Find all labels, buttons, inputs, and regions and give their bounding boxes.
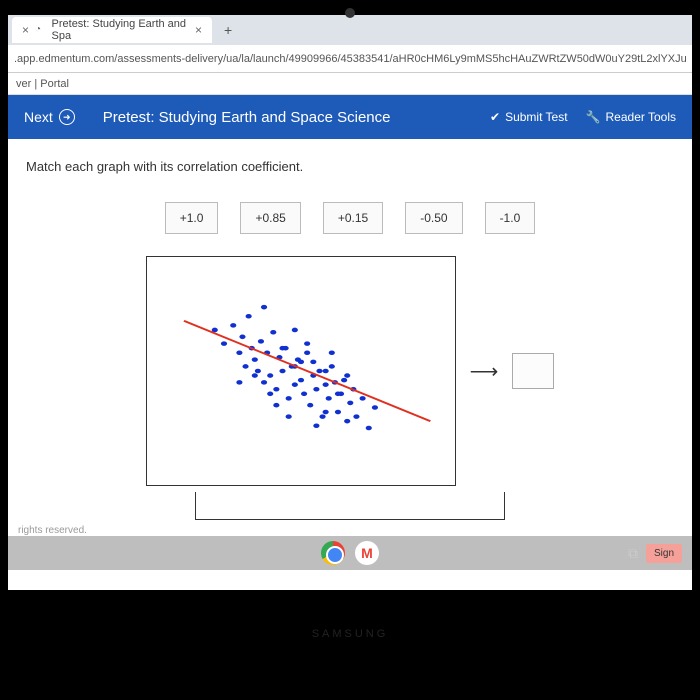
- submit-test-button[interactable]: ✔ Submit Test: [490, 110, 568, 124]
- close-tab-icon[interactable]: ×: [22, 23, 29, 37]
- cast-icon[interactable]: ⧉: [628, 545, 638, 562]
- answer-drop-target[interactable]: [512, 353, 554, 389]
- option-tile[interactable]: -0.50: [405, 202, 462, 234]
- browser-tab-strip: × ◔ Pretest: Studying Earth and Spa × +: [8, 15, 692, 45]
- arrow-right-icon: ➜: [59, 109, 75, 125]
- next-label: Next: [24, 109, 53, 125]
- tab-favicon: ◔: [35, 24, 46, 36]
- check-icon: ✔: [490, 110, 500, 124]
- next-plot-preview: [195, 492, 505, 520]
- reader-label: Reader Tools: [606, 110, 677, 124]
- reader-tools-button[interactable]: 🔧 Reader Tools: [586, 110, 676, 124]
- scatter-svg: [147, 257, 455, 485]
- new-tab-button[interactable]: +: [214, 22, 242, 38]
- tab-title: Pretest: Studying Earth and Spa: [52, 18, 189, 42]
- answer-options-row: +1.0 +0.85 +0.15 -0.50 -1.0: [26, 202, 674, 234]
- option-tile[interactable]: +1.0: [165, 202, 219, 234]
- sign-button[interactable]: Sign: [646, 544, 682, 563]
- url-text: .app.edmentum.com/assessments-delivery/u…: [14, 53, 686, 65]
- question-prompt: Match each graph with its correlation co…: [26, 159, 674, 174]
- option-tile[interactable]: +0.85: [240, 202, 300, 234]
- scatter-plot: [146, 256, 456, 486]
- address-bar[interactable]: .app.edmentum.com/assessments-delivery/u…: [8, 45, 692, 73]
- app-header: Next ➜ Pretest: Studying Earth and Space…: [8, 95, 692, 139]
- chromeos-shelf: M ⧉ Sign: [8, 536, 692, 570]
- bookmarks-bar: ver | Portal: [8, 73, 692, 95]
- bookmark-item[interactable]: ver | Portal: [16, 78, 69, 90]
- gmail-icon[interactable]: M: [355, 541, 379, 565]
- laptop-brand: SAMSUNG: [312, 628, 389, 640]
- browser-tab[interactable]: × ◔ Pretest: Studying Earth and Spa ×: [12, 17, 212, 43]
- next-button[interactable]: Next ➜: [24, 109, 75, 125]
- submit-label: Submit Test: [505, 110, 567, 124]
- webcam: [345, 8, 355, 18]
- page-title: Pretest: Studying Earth and Space Scienc…: [103, 109, 490, 126]
- footer-rights: rights reserved.: [18, 525, 87, 536]
- chrome-icon[interactable]: [321, 541, 345, 565]
- option-tile[interactable]: +0.15: [323, 202, 383, 234]
- option-tile[interactable]: -1.0: [485, 202, 536, 234]
- arrow-right-icon: ⟶: [470, 359, 499, 384]
- question-content: Match each graph with its correlation co…: [8, 139, 692, 540]
- wrench-icon: 🔧: [586, 110, 601, 124]
- close-tab-icon[interactable]: ×: [195, 23, 202, 37]
